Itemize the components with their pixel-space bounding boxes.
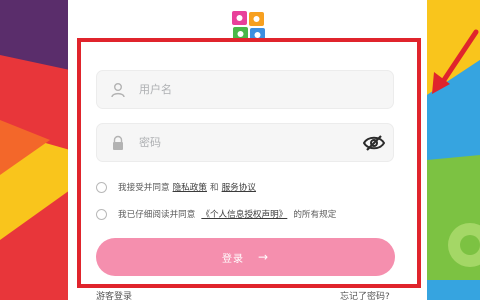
info-authorization-row[interactable]: 我已仔细阅读并同意 《个人信息授权声明》 的所有规定 [96,208,336,220]
privacy-agreement-radio[interactable] [96,181,107,193]
forgot-password-link[interactable]: 忘记了密码? [340,289,390,302]
username-input[interactable] [137,82,393,97]
password-input[interactable] [137,135,393,150]
eye-off-icon[interactable] [363,134,385,152]
info-authorization-radio[interactable] [96,208,107,220]
red-arrow-icon [432,29,479,94]
service-agreement-link[interactable]: 服务协议 [222,181,256,193]
guest-login-link[interactable]: 游客登录 [96,289,132,302]
privacy-agreement-row[interactable]: 我接受并同意 隐私政策 和 服务协议 [96,181,259,193]
password-field[interactable] [96,123,394,162]
username-field[interactable] [96,70,394,109]
user-icon [110,82,126,98]
agreement-text: 我已仔细阅读并同意 [118,210,196,220]
login-button[interactable]: 登录 → [96,238,395,276]
arrow-right-icon: → [257,250,270,264]
login-button-label: 登录 [221,253,244,265]
agreement-suffix: 的所有规定 [293,210,337,220]
agreement-joiner: 和 [209,183,219,193]
info-authorization-link[interactable]: 《个人信息授权声明》 [201,208,287,220]
privacy-policy-link[interactable]: 隐私政策 [173,181,207,193]
lock-icon [110,135,126,151]
agreement-text: 我接受并同意 [118,183,170,193]
